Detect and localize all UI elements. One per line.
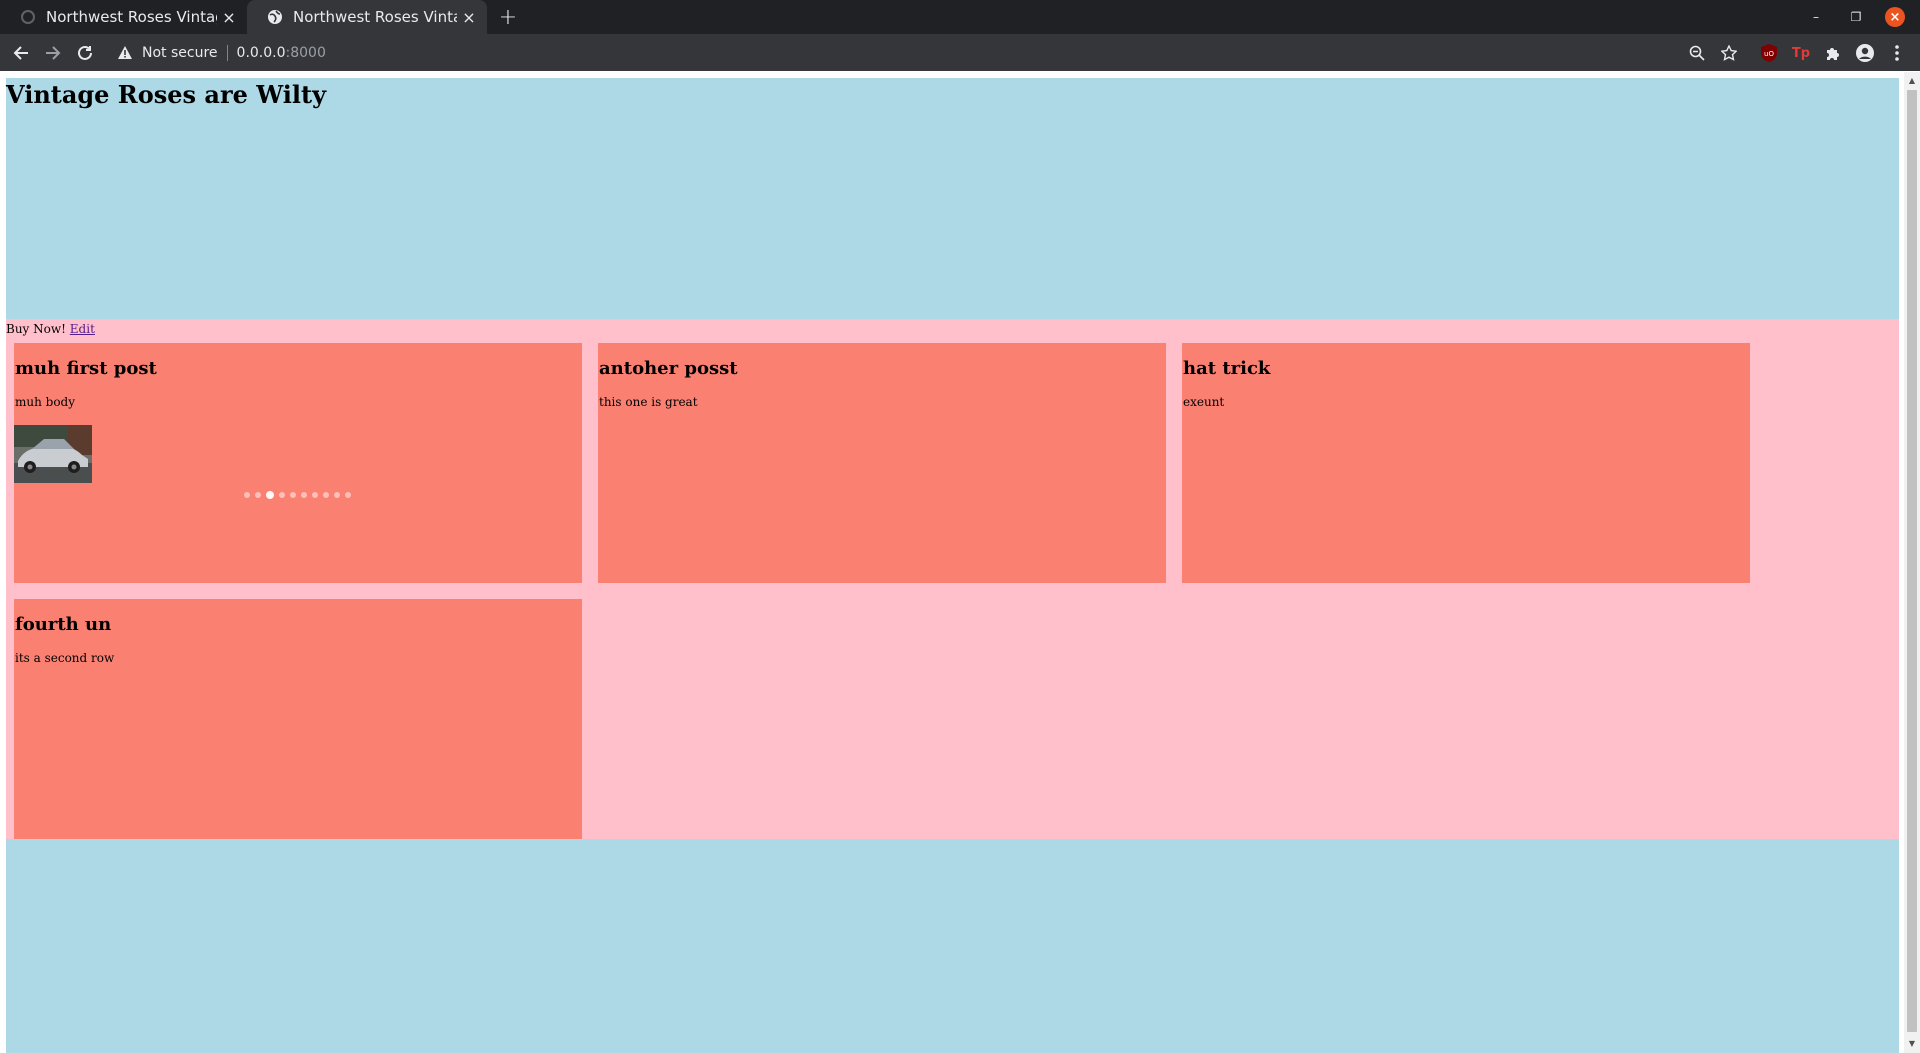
tab-title: Northwest Roses Vintage [46, 8, 217, 26]
carousel-dot[interactable] [301, 492, 307, 498]
post-body: muh body [15, 395, 76, 409]
puzzle-icon[interactable] [1821, 41, 1845, 65]
tab-title: Northwest Roses Vintage [293, 8, 457, 26]
tab-close-icon[interactable]: × [457, 5, 481, 29]
post-title: antoher posst [599, 358, 738, 379]
star-icon[interactable] [1717, 41, 1741, 65]
new-tab-button[interactable]: + [496, 5, 520, 30]
zoom-icon[interactable] [1685, 41, 1709, 65]
reload-icon[interactable] [72, 40, 98, 66]
tab-strip: Northwest Roses Vintage × Northwest Rose… [0, 0, 1920, 34]
hero-banner: Vintage Roses are Wilty [6, 78, 1899, 319]
page-viewport: Vintage Roses are Wilty Buy Now! Edit mu… [0, 72, 1920, 1053]
tab-northwest-roses-1[interactable]: Northwest Roses Vintage × [0, 0, 247, 34]
carousel-dot[interactable] [312, 492, 318, 498]
omnibox-divider [226, 44, 228, 61]
tab-close-icon[interactable]: × [217, 5, 241, 29]
minimize-button[interactable]: – [1800, 0, 1832, 34]
buy-line: Buy Now! Edit [6, 322, 95, 336]
url-text[interactable]: 0.0.0.0:8000 [237, 45, 326, 61]
scroll-down-icon[interactable]: ▼ [1907, 1038, 1917, 1048]
post-body: this one is great [599, 395, 698, 409]
ublock-shield-icon[interactable]: uO [1757, 41, 1781, 65]
post-card: fourth un its a second row [14, 599, 582, 839]
url-host: 0.0.0.0 [236, 44, 286, 61]
post-title: muh first post [15, 358, 157, 379]
url-port: :8000 [285, 44, 326, 61]
buy-now-text: Buy Now! [6, 322, 66, 336]
vertical-scrollbar[interactable]: ▲ ▼ [1904, 72, 1920, 1053]
carousel-dot[interactable] [345, 492, 351, 498]
scroll-up-icon[interactable]: ▲ [1907, 75, 1917, 85]
svg-text:uO: uO [1764, 50, 1774, 58]
restore-button[interactable]: ❐ [1840, 0, 1872, 34]
window-close-button[interactable]: × [1885, 7, 1905, 27]
post-title: hat trick [1183, 358, 1271, 379]
page-content: Vintage Roses are Wilty Buy Now! Edit mu… [6, 78, 1899, 1053]
post-title: fourth un [15, 614, 112, 635]
carousel-dot[interactable] [255, 492, 261, 498]
back-arrow-icon[interactable] [8, 40, 34, 66]
forward-arrow-icon[interactable] [40, 40, 66, 66]
carousel-dot[interactable] [334, 492, 340, 498]
carousel-dot[interactable] [290, 492, 296, 498]
address-bar[interactable]: Not secure 0.0.0.0:8000 [110, 38, 1710, 67]
carousel-dot[interactable] [244, 492, 250, 498]
edit-link[interactable]: Edit [70, 322, 95, 336]
profile-icon[interactable] [1853, 41, 1877, 65]
carousel-dot-active[interactable] [266, 491, 274, 499]
page-title: Vintage Roses are Wilty [6, 80, 327, 109]
scrollbar-thumb[interactable] [1907, 90, 1917, 1032]
warning-triangle-icon[interactable] [116, 46, 134, 59]
post-image-car[interactable] [14, 425, 92, 483]
posts-section: Buy Now! Edit muh first post muh body an… [6, 319, 1899, 839]
browser-toolbar: Not secure 0.0.0.0:8000 uO Tp [0, 34, 1920, 71]
globe-icon [267, 9, 283, 25]
carousel-dot[interactable] [323, 492, 329, 498]
post-card: antoher posst this one is great [598, 343, 1166, 583]
post-card: hat trick exeunt [1182, 343, 1750, 583]
security-label[interactable]: Not secure [142, 45, 218, 61]
post-body: exeunt [1183, 395, 1225, 409]
loading-favicon-icon [20, 9, 36, 25]
kebab-menu-icon[interactable] [1885, 41, 1909, 65]
tp-extension-icon[interactable]: Tp [1789, 41, 1813, 65]
post-card: muh first post muh body [14, 343, 582, 583]
post-body: its a second row [15, 651, 115, 665]
carousel-indicators [244, 491, 351, 499]
footer-area [6, 839, 1899, 1053]
carousel-dot[interactable] [279, 492, 285, 498]
tab-northwest-roses-2[interactable]: Northwest Roses Vintage × [247, 0, 487, 34]
